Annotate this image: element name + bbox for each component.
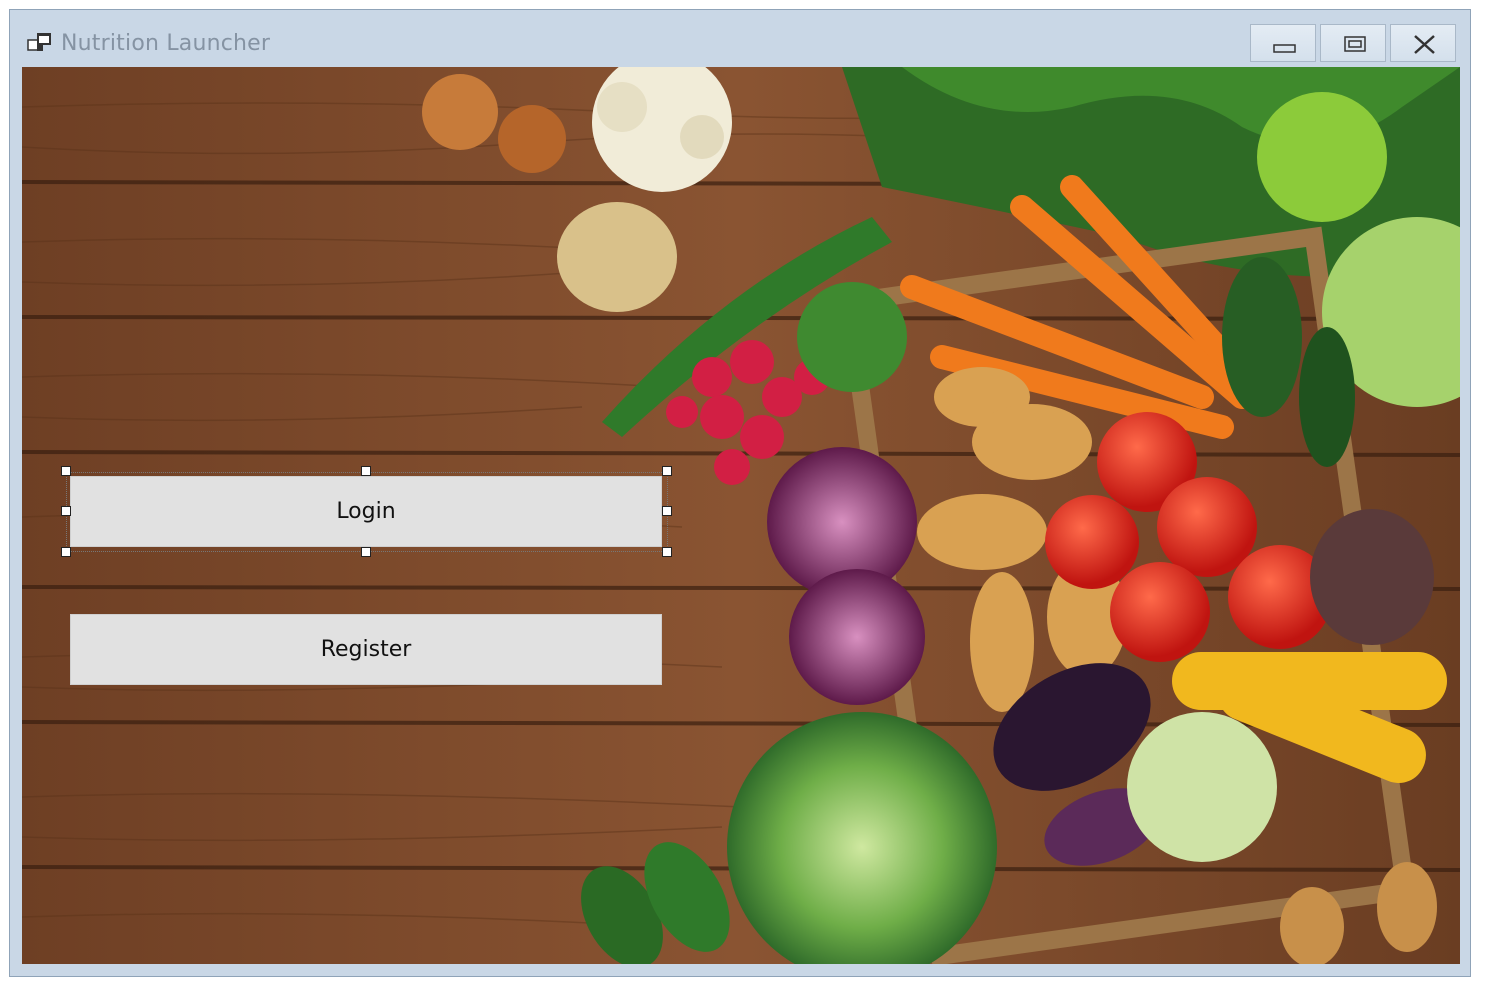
register-button[interactable]: Register — [70, 614, 662, 685]
window-title: Nutrition Launcher — [61, 31, 271, 56]
minimize-button[interactable] — [1250, 24, 1316, 62]
form-client-area: Login Register — [22, 67, 1460, 964]
register-button-label: Register — [320, 637, 412, 662]
resize-handle-bottom-left[interactable] — [61, 547, 71, 557]
minimize-icon — [1273, 44, 1296, 53]
resize-handle-bottom[interactable] — [361, 547, 371, 557]
close-button[interactable] — [1390, 24, 1456, 62]
resize-handle-top-left[interactable] — [61, 466, 71, 476]
resize-handle-left[interactable] — [61, 506, 71, 516]
login-button-label: Login — [336, 499, 396, 524]
resize-handle-top[interactable] — [361, 466, 371, 476]
resize-handle-bottom-right[interactable] — [662, 547, 672, 557]
app-window: Nutrition Launcher Login Register — [9, 9, 1471, 977]
app-window-icon — [27, 31, 53, 57]
title-bar[interactable]: Nutrition Launcher — [10, 10, 1470, 67]
login-button[interactable]: Login — [70, 476, 662, 547]
close-icon — [1414, 35, 1435, 54]
maximize-icon — [1344, 36, 1366, 52]
resize-handle-right[interactable] — [662, 506, 672, 516]
maximize-button[interactable] — [1320, 24, 1386, 62]
resize-handle-top-right[interactable] — [662, 466, 672, 476]
